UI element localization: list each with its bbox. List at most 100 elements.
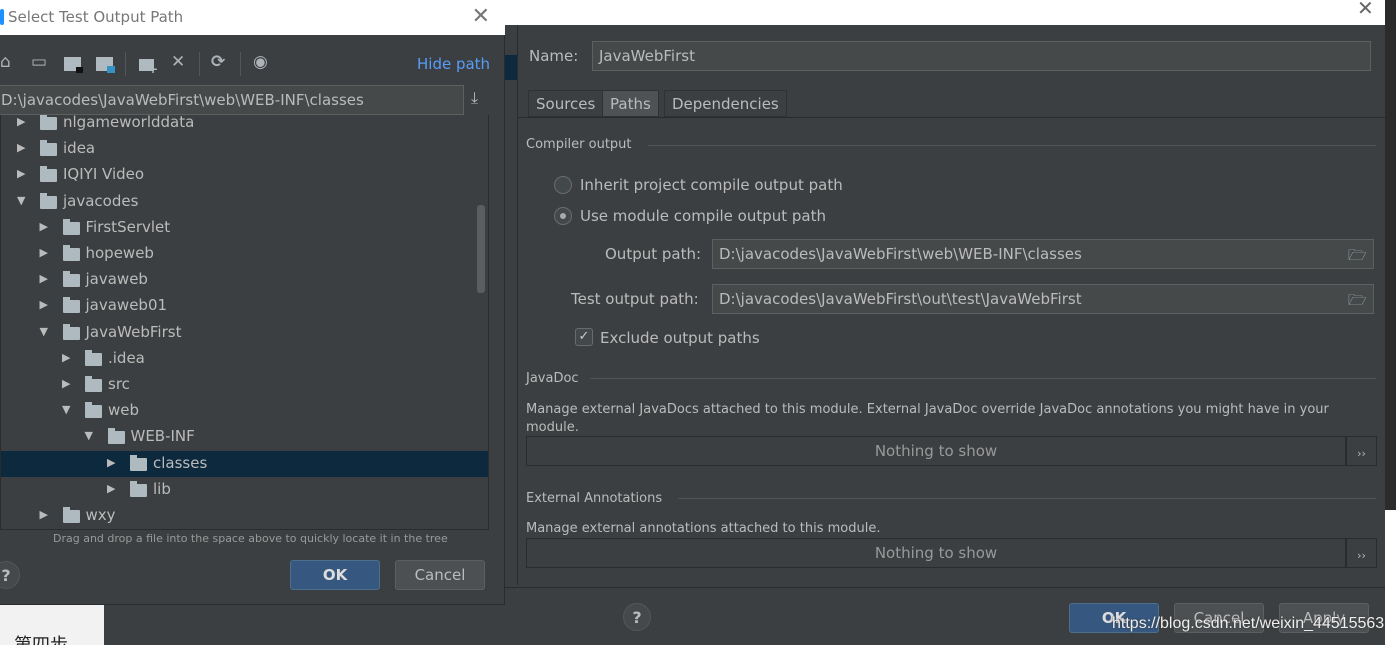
tree-item-label: classes <box>153 453 208 472</box>
dialog-title: Select Test Output Path <box>8 8 184 26</box>
javadoc-description: Manage external JavaDocs attached to thi… <box>526 402 1329 435</box>
tree-item-label: wxy <box>85 506 116 524</box>
folder-icon <box>85 376 102 392</box>
chevron-right-icon[interactable]: ▶ <box>107 482 115 495</box>
divider <box>517 25 518 585</box>
hide-path-link[interactable]: Hide path <box>417 55 490 73</box>
browse-folder-icon[interactable]: 🗁 <box>1348 290 1367 315</box>
chevron-down-icon[interactable]: ▼ <box>85 429 93 442</box>
chevron-right-icon[interactable]: ▶ <box>17 167 25 180</box>
tree-item-label: WEB-INF <box>130 427 195 446</box>
chevron-right-icon[interactable]: ▶ <box>40 246 48 259</box>
test-output-path-label: Test output path: <box>571 290 699 308</box>
chevron-right-icon[interactable]: ▶ <box>40 508 48 521</box>
tree-item[interactable]: ▼ JavaWebFirst <box>1 320 488 346</box>
javadoc-list[interactable]: Nothing to show <box>526 436 1346 466</box>
tree-item[interactable]: ▶ src <box>1 372 488 398</box>
tree-item[interactable]: ▶ FirstServlet <box>1 215 488 241</box>
cancel-button[interactable]: Cancel <box>395 560 485 590</box>
annotations-list[interactable]: Nothing to show <box>526 538 1346 568</box>
chevron-right-icon[interactable]: ▶ <box>62 377 70 390</box>
exclude-label[interactable]: Exclude output paths <box>600 329 760 347</box>
sidebar-selection[interactable] <box>505 55 517 80</box>
tree-item[interactable]: ▼ web <box>1 398 488 424</box>
title-bar <box>505 0 1385 25</box>
tree-item-label: .idea <box>108 348 145 367</box>
tree-item[interactable]: ▶ javaweb01 <box>1 293 488 319</box>
test-output-path-input[interactable]: D:\javacodes\JavaWebFirst\out\test\JavaW… <box>712 284 1374 314</box>
external-annotations-description: Manage external annotations attached to … <box>526 521 881 536</box>
path-input[interactable]: D:\javacodes\JavaWebFirst\web\WEB-INF\cl… <box>0 85 464 115</box>
tree-item-label: web <box>108 401 140 420</box>
home-icon[interactable]: ⌂ <box>0 52 11 72</box>
tree-item[interactable]: ▶ hopeweb <box>1 241 488 267</box>
use-module-label[interactable]: Use module compile output path <box>580 207 826 225</box>
browse-folder-icon[interactable]: 🗁 <box>1348 245 1367 270</box>
close-icon[interactable]: ✕ <box>1357 0 1374 20</box>
chevron-down-icon[interactable]: ▼ <box>62 403 70 416</box>
output-path-input[interactable]: D:\javacodes\JavaWebFirst\web\WEB-INF\cl… <box>712 239 1374 269</box>
tree-item-label: JavaWebFirst <box>85 322 182 341</box>
folder-icon <box>85 349 102 366</box>
compiler-output-heading: Compiler output <box>526 137 632 152</box>
delete-icon[interactable]: ✕ <box>171 52 185 72</box>
folder-icon <box>40 115 57 130</box>
chevron-right-icon[interactable]: ▶ <box>40 220 48 233</box>
javadoc-more-button[interactable]: ›› <box>1346 436 1377 466</box>
tree-item[interactable]: ▶ IQIYI Video <box>1 162 488 188</box>
chevron-right-icon[interactable]: ▶ <box>62 351 70 364</box>
help-button[interactable]: ? <box>623 603 651 631</box>
annotations-more-button[interactable]: ›› <box>1346 538 1377 568</box>
tab-sources[interactable]: Sources <box>528 90 604 117</box>
chevron-right-icon[interactable]: ▶ <box>40 272 48 285</box>
close-icon[interactable]: ✕ <box>472 4 490 29</box>
show-hidden-icon[interactable]: ◉ <box>253 52 268 72</box>
tree-item[interactable]: ▶ wxy <box>1 503 488 529</box>
chevron-down-icon[interactable]: ▼ <box>17 194 25 207</box>
chevron-down-icon[interactable]: ▼ <box>40 325 48 338</box>
tree-item-label: hopeweb <box>85 244 154 262</box>
chevron-right-icon[interactable]: ▶ <box>17 115 25 128</box>
new-folder-icon[interactable]: + <box>139 59 158 76</box>
tree-item-label: javaweb01 <box>85 296 168 315</box>
tree-item-label: javaweb <box>85 270 148 289</box>
tab-dependencies[interactable]: Dependencies <box>664 90 787 117</box>
chevron-right-icon[interactable]: ▶ <box>107 456 115 469</box>
folder-icon <box>40 192 57 209</box>
name-input[interactable]: JavaWebFirst <box>592 41 1371 71</box>
tree-item[interactable]: ▼ javacodes <box>1 189 488 215</box>
desktop-icon[interactable]: ▭ <box>31 52 47 72</box>
drag-drop-hint: Drag and drop a file into the space abov… <box>53 532 448 545</box>
download-icon[interactable]: ⤓ <box>471 88 478 108</box>
help-button[interactable]: ? <box>0 561 20 589</box>
tree-item[interactable]: ▶ idea <box>1 136 488 162</box>
tree-item[interactable]: ▶ .idea <box>1 346 488 372</box>
inherit-label[interactable]: Inherit project compile output path <box>580 176 843 194</box>
folder-icon <box>62 323 80 340</box>
divider <box>517 117 1385 118</box>
exclude-checkbox[interactable]: ✓ <box>575 328 593 346</box>
tree-item[interactable]: ▶ lib <box>1 477 488 503</box>
background-text: 第四步 <box>0 605 104 645</box>
module-folder-icon[interactable] <box>96 57 115 73</box>
tree-scrollbar[interactable] <box>477 205 485 293</box>
chevron-right-icon[interactable]: ▶ <box>40 298 48 311</box>
refresh-icon[interactable]: ⟳ <box>211 52 225 72</box>
tree-item[interactable]: ▶ nlgameworlddata <box>1 115 488 136</box>
chevron-right-icon[interactable]: ▶ <box>17 141 25 154</box>
divider <box>678 498 1376 499</box>
folder-icon <box>85 402 102 419</box>
ok-button[interactable]: OK <box>290 560 380 590</box>
use-module-radio[interactable] <box>554 207 572 225</box>
tab-paths[interactable]: Paths <box>602 90 659 117</box>
tree-item[interactable]: ▶ javaweb <box>1 267 488 293</box>
tree-item[interactable]: ▶ classes <box>1 450 488 477</box>
tree-item[interactable]: ▼ WEB-INF <box>1 424 488 450</box>
folder-icon <box>130 454 147 471</box>
project-folder-icon[interactable] <box>64 57 83 73</box>
file-tree[interactable]: ▶ nlgameworlddata ▶ idea ▶ IQIYI Video ▼ javaco… <box>0 115 489 530</box>
inherit-radio[interactable] <box>554 176 572 194</box>
tree-item-label: nlgameworlddata <box>63 115 195 131</box>
folder-icon <box>62 245 80 261</box>
folder-icon <box>107 428 125 445</box>
